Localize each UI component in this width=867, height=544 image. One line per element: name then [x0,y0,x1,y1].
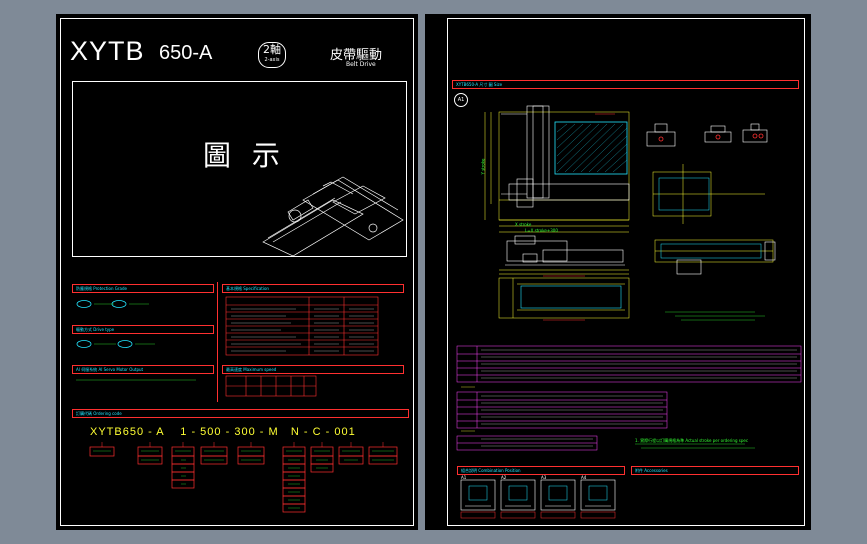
section-accessory: 附件 Accessories [635,468,668,473]
dim-label-l: L=X stroke+300 [525,228,558,233]
section-combination-box: 組合說明 Combination Position [457,466,625,475]
combo-tag-a4: A4 [581,475,587,480]
order-code-tree [89,442,398,513]
note-text: 1. 實際行程以訂購規格為準 Actual stroke per orderin… [635,438,749,443]
dim-label-y: Y stroke [480,158,486,175]
combo-tag-a3: A3 [541,475,547,480]
dim-label-x: X stroke [515,222,532,227]
combo-tag-a1: A1 [461,475,467,480]
section-accessory-box: 附件 Accessories [631,466,799,475]
right-drawing-sheet: XYTB650-A 尺寸 圖 Size A1 X stroke Y stroke… [425,14,811,530]
section-combination: 組合說明 Combination Position [461,468,521,473]
left-drawing-sheet: XYTB 650-A 2軸 2-axis 皮帶驅動 Belt Drive 圖 示… [56,14,418,530]
combo-tag-a2: A2 [501,475,507,480]
dimension-drawings [456,105,802,519]
